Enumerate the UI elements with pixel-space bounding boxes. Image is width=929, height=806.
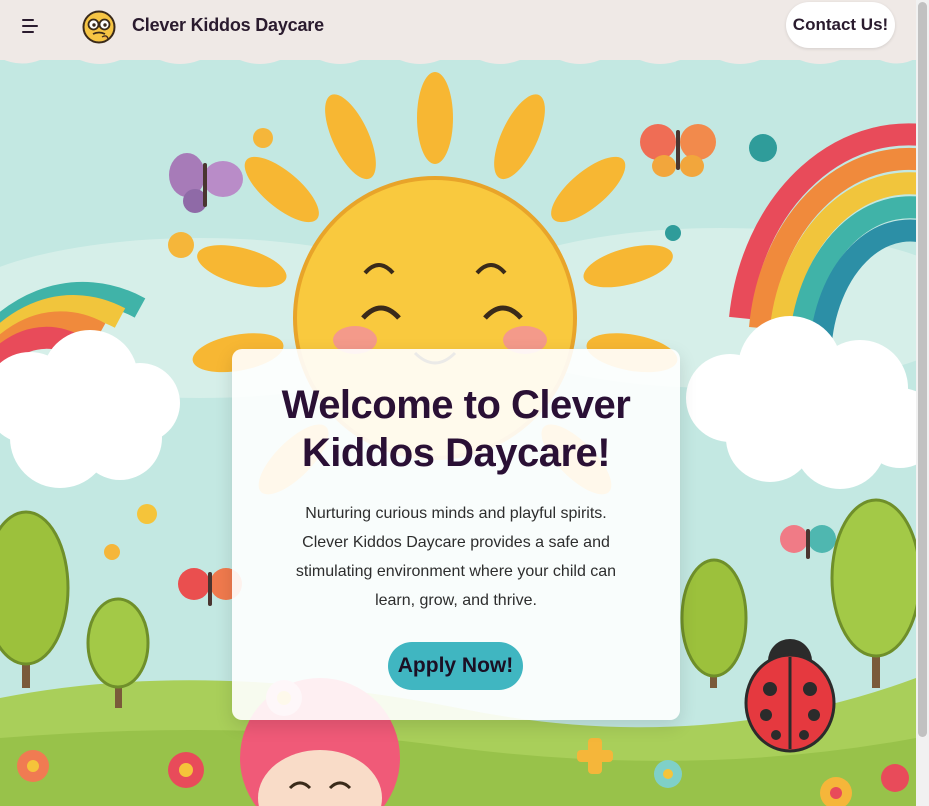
- contact-us-button[interactable]: Contact Us!: [786, 2, 895, 48]
- apply-now-button[interactable]: Apply Now!: [388, 642, 523, 690]
- hero-description: Nurturing curious minds and playful spir…: [295, 505, 617, 609]
- thinking-face-logo[interactable]: [82, 10, 116, 44]
- hero-title: Welcome to Clever Kiddos Daycare!: [281, 383, 631, 475]
- scrollbar-thumb[interactable]: [918, 2, 927, 737]
- welcome-card: Welcome to Clever Kiddos Daycare! Nurtur…: [232, 349, 680, 720]
- top-navbar: Clever Kiddos Daycare Contact Us!: [0, 0, 916, 60]
- hamburger-menu-icon[interactable]: [22, 18, 40, 34]
- brand-name[interactable]: Clever Kiddos Daycare: [132, 15, 324, 36]
